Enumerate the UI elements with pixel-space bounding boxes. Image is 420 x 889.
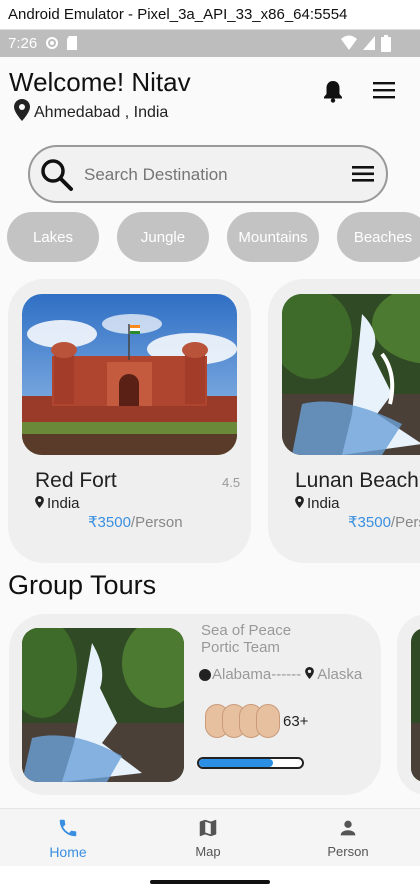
- progress-fill: [199, 759, 274, 767]
- status-bar: 7:26: [0, 30, 420, 57]
- location-pin-icon: [295, 495, 304, 512]
- place-card[interactable]: Lunan Beach India ₹3500/Person: [268, 279, 420, 563]
- place-card[interactable]: Red Fort 4.5 India ₹3500/Person: [8, 279, 251, 563]
- nav-home-label: Home: [49, 844, 87, 860]
- search-icon: [39, 157, 75, 198]
- menu-icon[interactable]: [373, 81, 395, 104]
- location-pin-icon: [305, 666, 315, 683]
- search-input[interactable]: [82, 162, 322, 188]
- group-tour-card[interactable]: [397, 614, 420, 795]
- gesture-area: [0, 866, 420, 889]
- group-tour-name: Sea of Peace Portic Team: [201, 622, 292, 656]
- group-tour-route: Alabama------ Alaska: [199, 666, 362, 683]
- window-title: Android Emulator - Pixel_3a_API_33_x86_6…: [0, 0, 420, 30]
- notification-bell-icon[interactable]: [322, 79, 344, 108]
- place-name: Red Fort: [35, 469, 117, 492]
- chip-mountains[interactable]: Mountains: [227, 212, 319, 262]
- wifi-icon: [340, 35, 358, 55]
- chip-jungle[interactable]: Jungle: [117, 212, 209, 262]
- origin-dot-icon: [199, 668, 211, 681]
- place-country-label: India: [307, 495, 340, 512]
- place-price: ₹3500/Person: [88, 513, 183, 531]
- welcome-title: Welcome! Nitav: [9, 67, 191, 97]
- location-pin-icon: [14, 99, 30, 126]
- app-screen: Welcome! Nitav Ahmedabad , India Lakes J…: [0, 57, 420, 889]
- location: Ahmedabad , India: [14, 99, 168, 126]
- waterfall-image: [282, 294, 420, 455]
- avatar: [256, 704, 280, 738]
- phone-icon: [57, 819, 79, 842]
- status-time: 7:26: [8, 35, 38, 52]
- route-from: Alabama------: [212, 666, 302, 683]
- home-gesture-bar[interactable]: [150, 880, 270, 884]
- nav-person[interactable]: Person: [288, 817, 408, 859]
- location-label: Ahmedabad , India: [34, 103, 169, 121]
- bottom-navigation: Home Map Person: [0, 808, 420, 866]
- red-fort-image: [22, 294, 237, 455]
- place-rating: 4.5: [222, 475, 241, 490]
- signal-icon: [362, 35, 376, 55]
- group-tour-image: [411, 628, 420, 782]
- group-tour-card[interactable]: Sea of Peace Portic Team Alabama------ A…: [9, 614, 381, 795]
- price-amount: ₹3500: [348, 514, 391, 531]
- person-icon: [337, 820, 359, 842]
- place-name: Lunan Beach: [295, 469, 419, 492]
- settings-status-icon: [44, 35, 60, 55]
- price-amount: ₹3500: [88, 514, 131, 531]
- nav-home[interactable]: Home: [8, 817, 128, 860]
- price-unit: /Person: [130, 514, 183, 531]
- chip-lakes[interactable]: Lakes: [7, 212, 99, 262]
- price-unit: /Person: [390, 514, 420, 531]
- nav-person-label: Person: [327, 844, 369, 859]
- sd-card-icon: [66, 35, 78, 55]
- nav-map-label: Map: [195, 844, 221, 859]
- booking-progress-bar: [197, 757, 304, 769]
- group-tour-image: [22, 628, 184, 782]
- section-title: Group Tours: [8, 570, 157, 600]
- filter-icon[interactable]: [352, 165, 374, 188]
- place-price: ₹3500/Person: [348, 513, 420, 531]
- chip-beaches[interactable]: Beaches: [337, 212, 420, 262]
- location-pin-icon: [35, 495, 44, 512]
- nav-map[interactable]: Map: [148, 817, 268, 859]
- member-count: 63+: [283, 713, 309, 730]
- map-icon: [197, 819, 219, 842]
- category-chips: Lakes Jungle Mountains Beaches: [0, 212, 420, 262]
- search-bar[interactable]: [28, 145, 388, 203]
- place-country: India: [35, 495, 80, 512]
- place-country: India: [295, 495, 340, 512]
- route-to: Alaska: [317, 666, 363, 683]
- battery-icon: [381, 35, 391, 56]
- place-country-label: India: [47, 495, 80, 512]
